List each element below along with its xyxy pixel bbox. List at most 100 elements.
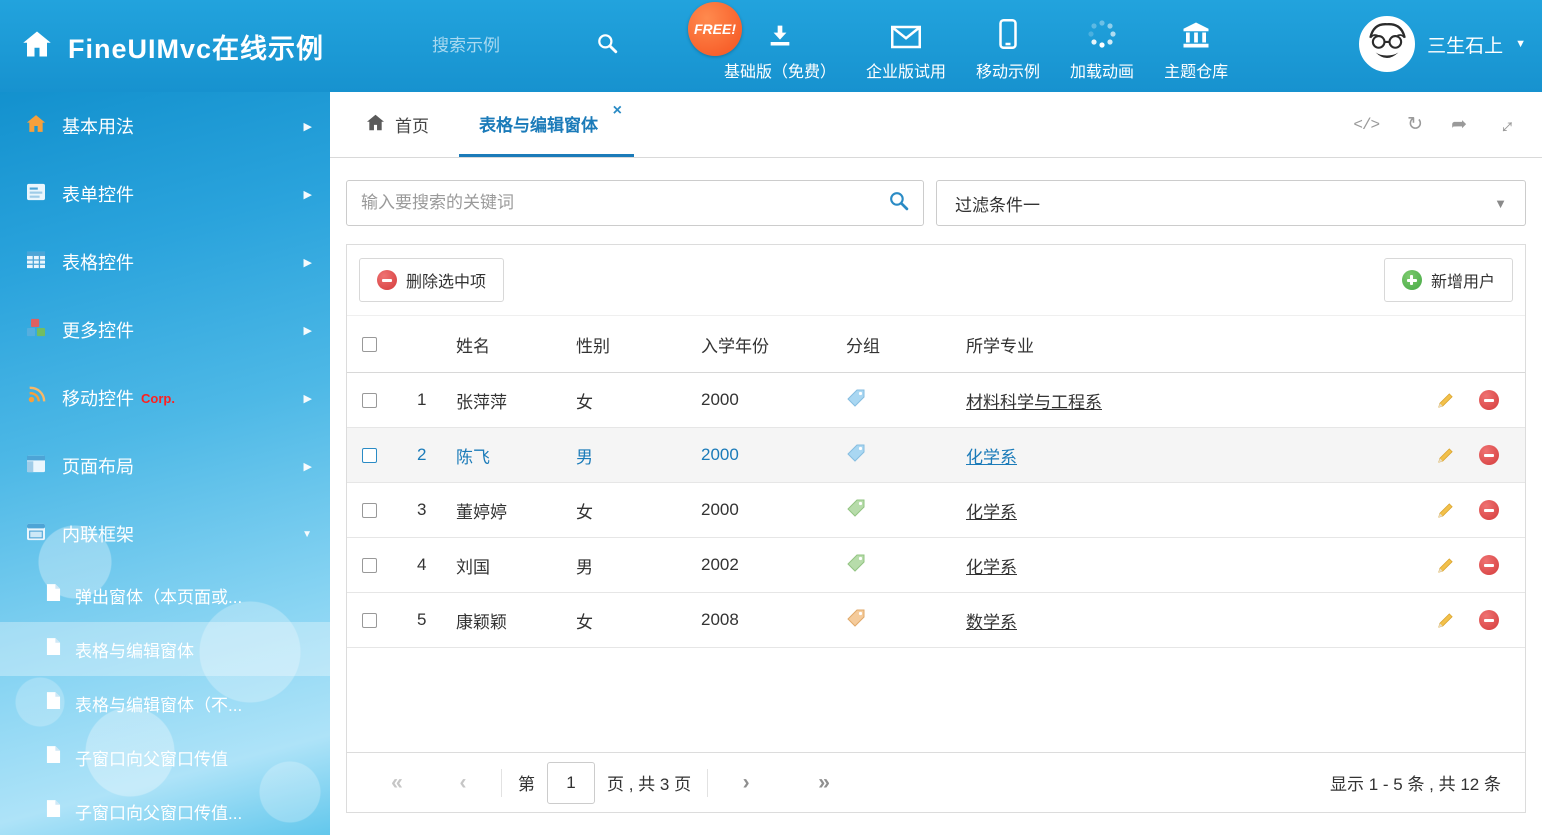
sidebar-item-form-controls[interactable]: 表单控件 ▶	[0, 160, 330, 228]
chevron-right-icon: ▶	[304, 120, 312, 133]
header-nav: 基础版（免费） 企业版试用 移动示例 加载动画	[724, 15, 1258, 82]
envelope-icon	[891, 15, 921, 49]
chevron-right-icon: ▶	[304, 324, 312, 337]
home-colored-icon	[26, 114, 46, 138]
delete-icon[interactable]	[1479, 500, 1499, 520]
forward-icon[interactable]: ➦	[1451, 113, 1467, 136]
tag-icon	[846, 498, 866, 523]
major-link[interactable]: 化学系	[966, 498, 1017, 523]
page-number-input[interactable]	[547, 762, 595, 804]
file-icon	[46, 745, 61, 769]
edit-icon[interactable]	[1436, 611, 1455, 630]
row-checkbox[interactable]	[362, 613, 377, 628]
row-checkbox[interactable]	[362, 448, 377, 463]
sidebar-item-page-layout[interactable]: 页面布局 ▶	[0, 432, 330, 500]
column-header-name[interactable]: 姓名	[443, 332, 561, 357]
spinner-icon	[1087, 15, 1117, 49]
filter-row: 过滤条件一 ▼	[346, 180, 1526, 226]
major-link[interactable]: 数学系	[966, 608, 1017, 633]
row-checkbox[interactable]	[362, 558, 377, 573]
sidebar-item-basic-usage[interactable]: 基本用法 ▶	[0, 92, 330, 160]
top-header: FineUIMvc在线示例 FREE! 基础版（免费） 企业版试用 移动示例	[0, 0, 1542, 92]
edit-icon[interactable]	[1436, 556, 1455, 575]
first-page-button[interactable]: «	[375, 771, 419, 795]
tab-home[interactable]: 首页	[346, 92, 449, 157]
row-checkbox[interactable]	[362, 503, 377, 518]
nav-theme-store[interactable]: 主题仓库	[1164, 15, 1228, 82]
edit-icon[interactable]	[1436, 391, 1455, 410]
column-header-year[interactable]: 入学年份	[683, 332, 828, 357]
prev-page-button[interactable]: ‹	[441, 771, 485, 795]
source-code-icon[interactable]: </>	[1353, 116, 1379, 134]
sidebar-subitem-grid-edit-window[interactable]: 表格与编辑窗体	[0, 622, 330, 676]
caret-down-icon: ▼	[302, 529, 312, 540]
next-page-button[interactable]: ›	[724, 771, 768, 795]
minus-circle-icon	[377, 270, 397, 290]
edit-icon[interactable]	[1436, 501, 1455, 520]
table-row[interactable]: 3 董婷婷 女 2000 化学系	[347, 483, 1525, 538]
download-icon	[766, 15, 794, 49]
table-row[interactable]: 4 刘国 男 2002 化学系	[347, 538, 1525, 593]
search-icon[interactable]	[888, 190, 909, 216]
sidebar-subitem-child-to-parent-2[interactable]: 子窗口向父窗口传值...	[0, 784, 330, 835]
tag-icon	[846, 608, 866, 633]
chevron-right-icon: ▶	[304, 188, 312, 201]
table-row[interactable]: 5 康颖颖 女 2008 数学系	[347, 593, 1525, 648]
header-search-input[interactable]	[432, 36, 582, 56]
header-search[interactable]	[432, 32, 618, 59]
tag-icon	[846, 553, 866, 578]
delete-icon[interactable]	[1479, 555, 1499, 575]
delete-icon[interactable]	[1479, 610, 1499, 630]
keyword-search-input[interactable]	[361, 193, 888, 213]
tab-toolbar: </> ↻ ➦ ↔	[1353, 92, 1542, 157]
nav-mobile-demo[interactable]: 移动示例	[976, 15, 1040, 82]
delete-selected-button[interactable]: 删除选中项	[359, 258, 504, 302]
row-checkbox[interactable]	[362, 393, 377, 408]
table-row[interactable]: 1 张萍萍 女 2000 材料科学与工程系	[347, 373, 1525, 428]
layout-icon	[26, 455, 46, 478]
sidebar-subitem-grid-edit-window-2[interactable]: 表格与编辑窗体（不...	[0, 676, 330, 730]
sidebar-item-grid-controls[interactable]: 表格控件 ▶	[0, 228, 330, 296]
column-header-group[interactable]: 分组	[828, 332, 946, 357]
avatar	[1359, 16, 1415, 72]
filter-dropdown[interactable]: 过滤条件一 ▼	[936, 180, 1526, 226]
chevron-right-icon: ▶	[304, 256, 312, 269]
major-link[interactable]: 材料科学与工程系	[966, 388, 1102, 413]
select-all-checkbox[interactable]	[362, 337, 377, 352]
sidebar-item-more-controls[interactable]: 更多控件 ▶	[0, 296, 330, 364]
close-icon[interactable]: ×	[613, 102, 622, 120]
app-logo[interactable]: FineUIMvc在线示例	[22, 0, 324, 92]
form-icon	[26, 183, 46, 206]
file-icon	[46, 799, 61, 823]
corp-badge: Corp.	[141, 391, 175, 406]
delete-icon[interactable]	[1479, 390, 1499, 410]
add-user-button[interactable]: 新增用户	[1384, 258, 1513, 302]
tab-grid-edit-window[interactable]: 表格与编辑窗体 ×	[459, 92, 634, 157]
sidebar-subitem-child-to-parent[interactable]: 子窗口向父窗口传值	[0, 730, 330, 784]
column-header-gender[interactable]: 性别	[561, 332, 683, 357]
major-link[interactable]: 化学系	[966, 443, 1017, 468]
user-menu[interactable]: 三生石上 ▼	[1359, 16, 1526, 72]
major-link[interactable]: 化学系	[966, 553, 1017, 578]
edit-icon[interactable]	[1436, 446, 1455, 465]
fullscreen-icon[interactable]: ↔	[1490, 109, 1522, 141]
nav-loading-animation[interactable]: 加载动画	[1070, 15, 1134, 82]
grid-toolbar: 删除选中项 新增用户	[347, 245, 1525, 316]
grid-panel: 删除选中项 新增用户 姓名 性别 入学年份 分组 所学专业	[346, 244, 1526, 813]
search-icon[interactable]	[596, 32, 618, 59]
nav-enterprise-trial[interactable]: 企业版试用	[866, 15, 946, 82]
tag-icon	[846, 388, 866, 413]
keyword-search-box	[346, 180, 924, 226]
last-page-button[interactable]: »	[802, 771, 846, 795]
home-icon	[22, 30, 52, 63]
sidebar-subitem-popup-window[interactable]: 弹出窗体（本页面或...	[0, 568, 330, 622]
main-area: 首页 表格与编辑窗体 × </> ↻ ➦ ↔ 过滤条件一 ▼	[330, 92, 1542, 835]
plus-circle-icon	[1402, 270, 1422, 290]
sidebar-item-mobile-controls[interactable]: 移动控件 Corp. ▶	[0, 364, 330, 432]
table-icon	[26, 251, 46, 274]
column-header-major[interactable]: 所学专业	[946, 332, 1409, 357]
refresh-icon[interactable]: ↻	[1407, 113, 1423, 136]
sidebar-item-iframe[interactable]: 内联框架 ▼	[0, 500, 330, 568]
delete-icon[interactable]	[1479, 445, 1499, 465]
table-row[interactable]: 2 陈飞 男 2000 化学系	[347, 428, 1525, 483]
